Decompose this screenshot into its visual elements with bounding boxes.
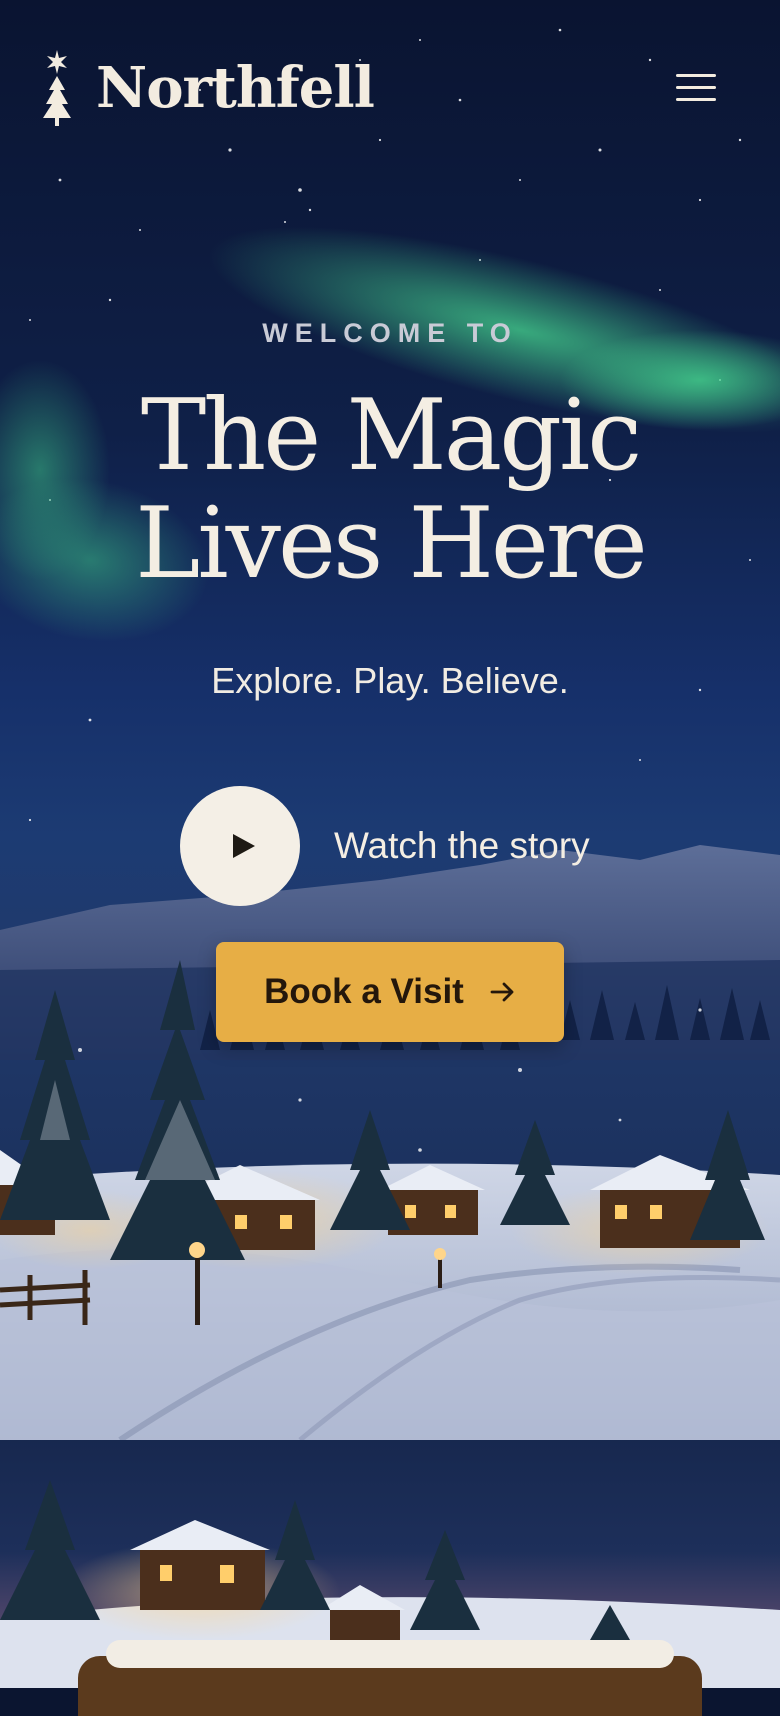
headline-line-1: The Magic	[140, 379, 642, 493]
brand-logo[interactable]: Northfell	[40, 48, 375, 128]
home-indicator[interactable]	[106, 1640, 674, 1668]
headline-line-2: Lives Here	[135, 487, 648, 601]
winter-village-illustration	[0, 28, 780, 1440]
book-visit-label: Book a Visit	[264, 972, 464, 1011]
hero-eyebrow: WELCOME TO	[262, 318, 518, 348]
hero-headline: The Magic Lives Here	[0, 382, 780, 598]
watch-story-label: Watch the story	[334, 825, 590, 866]
play-button[interactable]	[180, 786, 300, 906]
arrow-right-icon	[490, 982, 514, 1002]
hero-tagline: Explore. Play. Believe.	[211, 660, 569, 701]
star-tree-icon	[43, 50, 71, 126]
hamburger-menu-icon[interactable]	[672, 70, 720, 106]
play-icon	[233, 834, 255, 858]
book-visit-button[interactable]: Book a Visit	[216, 942, 564, 1042]
brand-name: Northfell	[96, 55, 375, 121]
watch-story-button[interactable]: Watch the story	[180, 786, 590, 906]
hero-background	[0, 0, 780, 1440]
